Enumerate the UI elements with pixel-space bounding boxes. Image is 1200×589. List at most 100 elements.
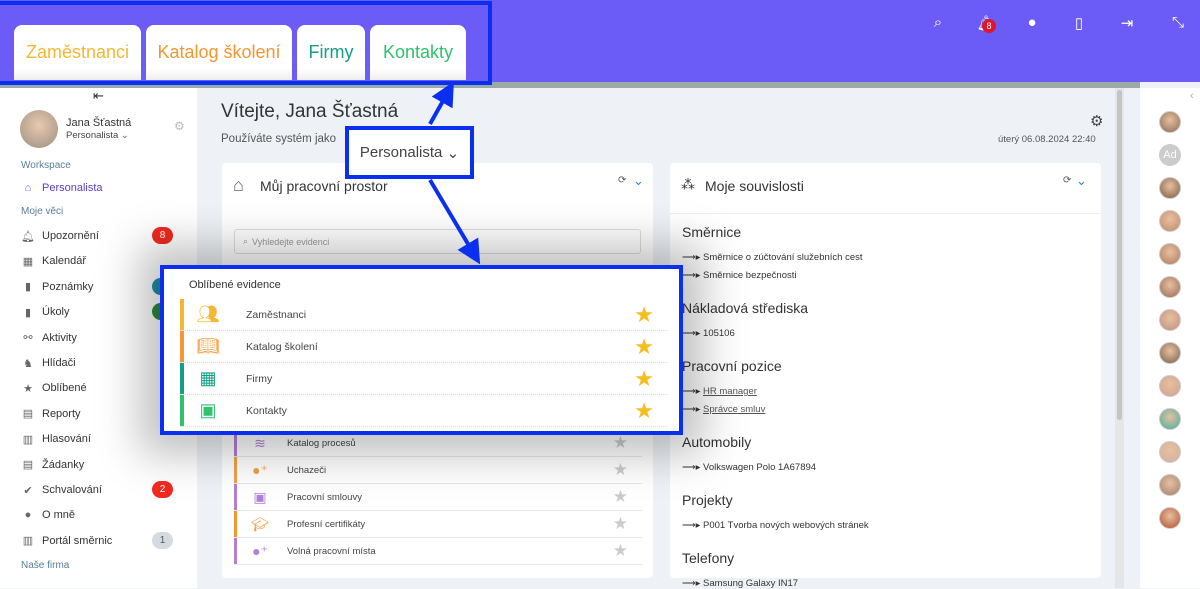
workspace-row[interactable]: ●⁺ Uchazeči ★ [234, 457, 642, 484]
user-role-dropdown[interactable]: Personalista ⌄ [66, 130, 129, 141]
sidebar-item[interactable]: ● O mně [20, 506, 75, 524]
count-badge: 1 [152, 531, 173, 549]
row-label: Volná pracovní místa [287, 545, 376, 557]
sidebar-item[interactable]: ▤ Žádanky [20, 456, 84, 474]
relation-item-text[interactable]: HR manager [703, 386, 757, 397]
person-avatar[interactable] [1159, 474, 1181, 496]
color-bar [180, 395, 184, 426]
sign-in-icon[interactable]: ⇥ [1117, 14, 1137, 32]
favorite-row[interactable]: 👥︎ Zaměstnanci ★ [180, 299, 668, 331]
settings-gear-icon[interactable]: ⚙ [1090, 112, 1103, 130]
sidebar-item[interactable]: ♞ Hlídači [20, 354, 76, 372]
sidebar-item[interactable]: ✔ Schvalování [20, 481, 102, 499]
favorite-row[interactable]: ▦ Firmy ★ [180, 363, 668, 395]
sidebar-item[interactable]: ⚯ Aktivity [20, 329, 77, 347]
color-bar [234, 538, 237, 564]
sidebar-item[interactable]: ▥ Portál směrnic [20, 532, 113, 550]
person-avatar[interactable] [1159, 177, 1181, 199]
scrollbar-thumb[interactable] [1117, 90, 1122, 420]
relation-heading: Telefony [682, 550, 735, 566]
favorites-title: Oblíbené evidence [189, 279, 281, 291]
user-role: Personalista [66, 130, 119, 141]
relation-item[interactable]: ⟶▸ HR manager [682, 386, 757, 397]
role-dropdown-value: Personalista [359, 144, 443, 161]
building-icon: ▦ [199, 368, 217, 388]
person-avatar[interactable] [1159, 243, 1181, 265]
relation-item: ⟶▸ Samsung Galaxy IN17 [682, 578, 798, 589]
collapse-sidebar-icon[interactable]: ⇤ [93, 88, 104, 104]
sidebar-item[interactable]: ▮ Úkoly [20, 303, 70, 321]
star-icon[interactable]: ★ [613, 541, 628, 561]
workspace-row[interactable]: ▣ Pracovní smlouvy ★ [234, 484, 642, 511]
search-input[interactable]: ⌕ Vyhledejte evidenci [234, 229, 641, 254]
person-avatar[interactable] [1159, 441, 1181, 463]
search-icon[interactable]: ⌕ [928, 14, 948, 31]
sidebar-item[interactable]: ▮ Poznámky [20, 278, 93, 296]
person-avatar[interactable] [1159, 408, 1181, 430]
star-icon[interactable]: ★ [613, 487, 628, 507]
sidebar-item-label: Úkoly [42, 306, 70, 319]
sidebar-item[interactable]: ▥ Hlasování [20, 430, 91, 448]
person-avatar[interactable] [1159, 507, 1181, 529]
arrow-right-icon: ⟶▸ [682, 462, 701, 473]
row-label: Kontakty [246, 404, 287, 417]
relation-item[interactable]: ⟶▸ Správce smluv [682, 404, 765, 415]
relation-item: ⟶▸ P001 Tvorba nových webových stránek [682, 520, 869, 531]
refresh-icon[interactable]: ⟳ [618, 175, 626, 186]
relation-item-text: P001 Tvorba nových webových stránek [703, 520, 869, 531]
row-label: Pracovní smlouvy [287, 491, 362, 503]
sidebar-item-label: Aktivity [42, 331, 77, 344]
sidebar-item[interactable]: 🔔︎ Upozornění [20, 227, 99, 245]
star-icon[interactable]: ★ [634, 302, 654, 328]
workspace-row[interactable]: 🎓︎ Profesní certifikáty ★ [234, 511, 642, 538]
chevron-down-icon[interactable]: ⌄ [1076, 173, 1087, 189]
favorite-row[interactable]: 📖︎ Katalog školení ★ [180, 331, 668, 363]
sidebar-item-personalista[interactable]: ⌂ Personalista [20, 179, 103, 197]
chevron-down-icon[interactable]: ⌄ [633, 173, 644, 189]
relation-item-text[interactable]: Správce smluv [703, 404, 765, 415]
initials-avatar[interactable]: Ad [1159, 144, 1181, 166]
role-dropdown[interactable]: Personalista ⌄ [345, 126, 474, 179]
person-avatar[interactable] [1159, 111, 1181, 133]
check-circle-icon: ✔ [23, 484, 33, 497]
workspace-row[interactable]: ●⁺ Volná pracovní místa ★ [234, 538, 642, 565]
compress-icon[interactable]: ⤡ [1168, 14, 1188, 31]
star-icon[interactable]: ★ [634, 398, 654, 424]
using-as-label: Používáte systém jako [221, 133, 337, 145]
search-placeholder: Vyhledejte evidenci [252, 236, 330, 247]
dog-icon: ♞ [23, 357, 33, 370]
chat-icon[interactable]: ● [1022, 14, 1042, 31]
star-icon[interactable]: ★ [634, 334, 654, 360]
sidebar-item[interactable]: ▤ Reporty [20, 405, 81, 423]
gear-icon[interactable]: ⚙ [174, 119, 185, 133]
vote-icon: ▥ [22, 433, 34, 446]
user-name: Jana Šťastná [66, 117, 132, 129]
directive-icon: ▥ [22, 535, 34, 548]
scrollbar[interactable] [1115, 88, 1124, 588]
divider [670, 213, 1101, 214]
star-icon[interactable]: ★ [613, 460, 628, 480]
arrow-right-icon: ⟶▸ [682, 578, 701, 589]
star-icon[interactable]: ★ [613, 433, 628, 453]
mobile-icon[interactable]: ▯ [1069, 14, 1089, 32]
color-bar [234, 457, 237, 483]
person-avatar[interactable] [1159, 210, 1181, 232]
person-avatar[interactable] [1159, 375, 1181, 397]
workspace-label: Workspace [21, 160, 71, 171]
avatar[interactable] [20, 110, 58, 148]
chevron-left-icon[interactable]: ‹ [1190, 90, 1194, 102]
favorite-row[interactable]: ▣ Kontakty ★ [180, 395, 668, 427]
color-bar [234, 511, 237, 537]
star-icon[interactable]: ★ [613, 514, 628, 534]
relation-heading: Pracovní pozice [682, 358, 782, 374]
refresh-icon[interactable]: ⟳ [1063, 175, 1071, 186]
sidebar-item[interactable]: ★ Oblíbené [20, 379, 87, 397]
arrow-right-icon: ⟶▸ [682, 270, 701, 281]
row-label: Profesní certifikáty [287, 518, 366, 530]
sidebar-item-label: Portál směrnic [42, 534, 113, 547]
person-avatar[interactable] [1159, 276, 1181, 298]
person-avatar[interactable] [1159, 342, 1181, 364]
sidebar-item[interactable]: ▦ Kalendář [20, 252, 86, 270]
star-icon[interactable]: ★ [634, 366, 654, 392]
person-avatar[interactable] [1159, 309, 1181, 331]
